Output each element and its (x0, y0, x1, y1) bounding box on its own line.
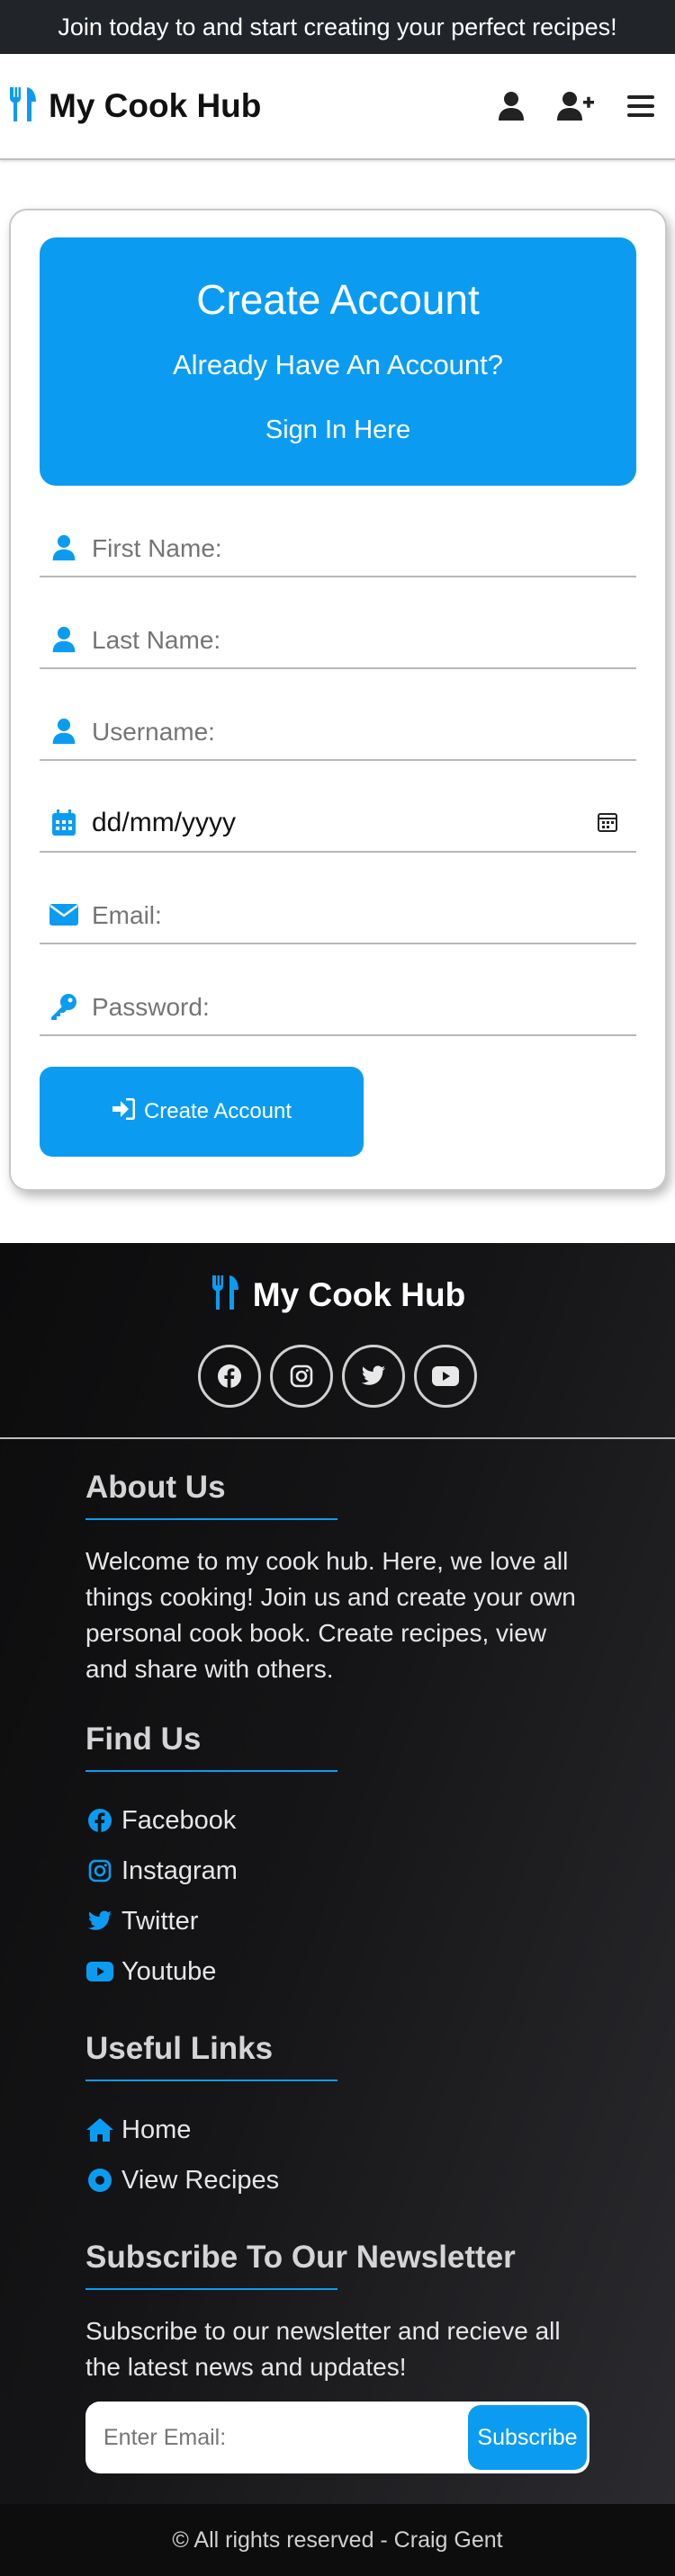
form-subtitle: Already Have An Account? (172, 349, 504, 380)
first-name-input[interactable] (92, 534, 636, 563)
newsletter-text: Subscribe to our newsletter and recieve … (86, 2317, 561, 2381)
find-us-instagram-label: Instagram (122, 1856, 238, 1885)
menu-icon[interactable] (621, 86, 661, 126)
view-recipes-link-label: View Recipes (122, 2165, 280, 2195)
user-icon (49, 716, 79, 747)
copyright-text: © All rights reserved - Craig Gent (172, 2527, 503, 2553)
calendar-picker-icon[interactable] (591, 806, 624, 838)
password-input[interactable] (92, 993, 636, 1022)
utensils-icon (7, 85, 40, 128)
find-us-facebook-link[interactable]: Facebook (86, 1795, 590, 1846)
find-us-facebook-label: Facebook (122, 1805, 237, 1835)
useful-links-section: Useful Links Home View Recipes (86, 2031, 590, 2205)
newsletter-email-input[interactable] (104, 2424, 468, 2451)
footer-body: About Us Welcome to my cook hub. Here, w… (0, 1439, 675, 2504)
create-account-button[interactable]: Create Account (40, 1067, 364, 1157)
home-icon (86, 2115, 114, 2144)
about-text: Welcome to my cook hub. Here, we love al… (86, 1547, 576, 1683)
username-field (40, 669, 636, 761)
form-title: Create Account (196, 276, 480, 323)
date-of-birth-field[interactable]: dd/mm/yyyy (40, 761, 636, 853)
youtube-icon (86, 1957, 114, 1986)
brand-name: My Cook Hub (49, 87, 262, 124)
find-us-youtube-label: Youtube (122, 1956, 217, 1986)
email-input[interactable] (92, 901, 636, 930)
dot-circle-icon (86, 2166, 114, 2195)
footer-top: My Cook Hub (0, 1243, 675, 1439)
useful-links-list: Home View Recipes (86, 2105, 590, 2205)
home-link-label: Home (122, 2115, 192, 2144)
sign-in-arrow-icon (112, 1097, 136, 1126)
subscribe-button[interactable]: Subscribe (468, 2405, 587, 2470)
utensils-icon (210, 1274, 242, 1316)
newsletter-form: Subscribe (86, 2402, 590, 2473)
footer-brand[interactable]: My Cook Hub (210, 1274, 465, 1316)
last-name-field (40, 577, 636, 669)
nav-icons (491, 86, 666, 126)
twitter-icon (86, 1907, 114, 1936)
date-of-birth-input[interactable]: dd/mm/yyyy (92, 808, 591, 838)
envelope-icon (49, 899, 79, 930)
find-us-instagram-link[interactable]: Instagram (86, 1846, 590, 1896)
footer-brand-name: My Cook Hub (252, 1275, 466, 1313)
main-content: Create Account Already Have An Account? … (0, 160, 675, 1243)
user-plus-icon[interactable] (556, 86, 596, 126)
home-link[interactable]: Home (86, 2105, 590, 2155)
signup-card: Create Account Already Have An Account? … (9, 209, 667, 1191)
create-account-label: Create Account (143, 1099, 292, 1123)
copyright-bar: © All rights reserved - Craig Gent (0, 2504, 675, 2576)
find-us-heading: Find Us (86, 1722, 590, 1772)
newsletter-heading: Subscribe To Our Newsletter (86, 2240, 590, 2290)
about-heading: About Us (86, 1470, 590, 1520)
find-us-twitter-link[interactable]: Twitter (86, 1896, 590, 1946)
navbar: My Cook Hub (0, 54, 675, 160)
card-header: Create Account Already Have An Account? … (40, 237, 636, 486)
social-buttons (198, 1345, 477, 1408)
brand-logo[interactable]: My Cook Hub (7, 85, 261, 128)
find-us-youtube-link[interactable]: Youtube (86, 1946, 590, 1997)
find-us-section: Find Us Facebook Instagram Twitter Youtu… (86, 1722, 590, 1997)
useful-links-heading: Useful Links (86, 2031, 590, 2081)
find-us-list: Facebook Instagram Twitter Youtube (86, 1795, 590, 1997)
banner-text: Join today to and start creating your pe… (58, 13, 617, 40)
youtube-icon[interactable] (414, 1345, 477, 1408)
last-name-input[interactable] (92, 626, 636, 655)
key-icon (49, 991, 79, 1022)
newsletter-section: Subscribe To Our Newsletter Subscribe to… (86, 2240, 590, 2473)
instagram-icon[interactable] (270, 1345, 333, 1408)
top-banner: Join today to and start creating your pe… (0, 0, 675, 54)
find-us-twitter-label: Twitter (122, 1906, 199, 1936)
password-field (40, 944, 636, 1036)
view-recipes-link[interactable]: View Recipes (86, 2155, 590, 2205)
calendar-icon (49, 808, 79, 838)
instagram-icon (86, 1856, 114, 1885)
twitter-icon[interactable] (342, 1345, 405, 1408)
email-field (40, 853, 636, 944)
user-icon (49, 532, 79, 563)
sign-in-link[interactable]: Sign In Here (266, 416, 410, 445)
facebook-icon[interactable] (198, 1345, 261, 1408)
about-section: About Us Welcome to my cook hub. Here, w… (86, 1470, 590, 1687)
site-footer: My Cook Hub About Us Welcome to my cook … (0, 1243, 675, 2576)
username-input[interactable] (92, 718, 636, 747)
first-name-field (40, 486, 636, 577)
user-icon (49, 624, 79, 655)
facebook-icon (86, 1806, 114, 1835)
user-icon[interactable] (491, 86, 531, 126)
